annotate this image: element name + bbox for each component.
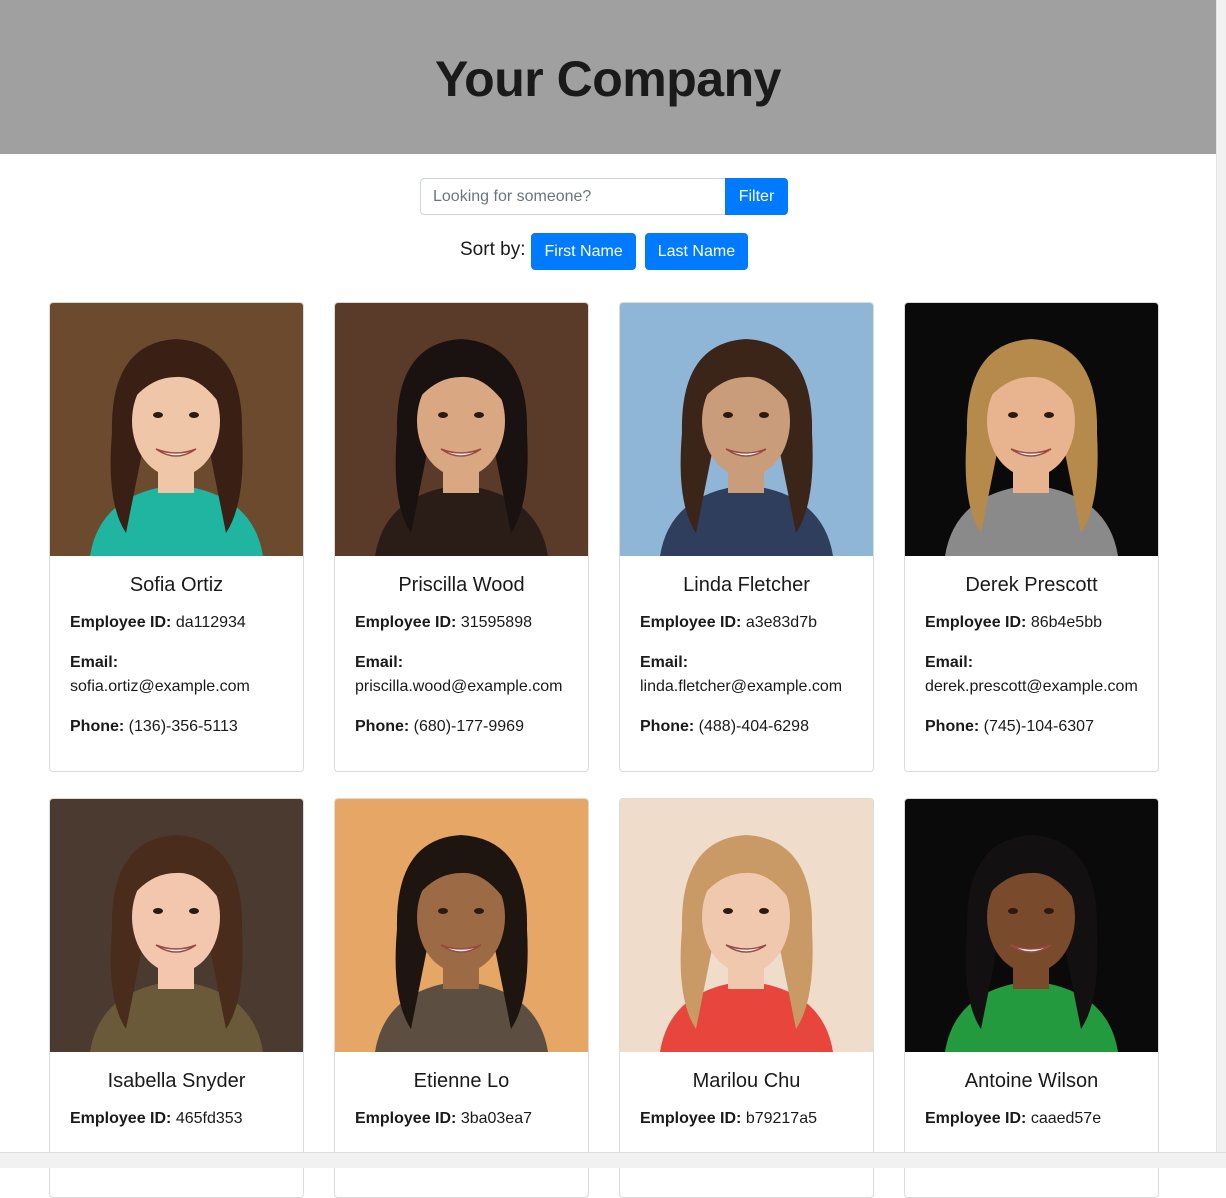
- employee-id-label: Employee ID:: [355, 1110, 457, 1127]
- employee-id-label: Employee ID:: [70, 1110, 172, 1127]
- employee-phone-label: Phone:: [640, 718, 695, 735]
- employee-email-label: Email:: [355, 654, 404, 671]
- employee-card-body: Priscilla Wood Employee ID: 31595898 Email…: [335, 556, 588, 771]
- employee-name: Sofia Ortiz: [129, 574, 224, 596]
- employee-phone: Phone: (680)-177-9969: [355, 715, 568, 739]
- employee-name: Isabella Snyder: [107, 1070, 246, 1092]
- company-title: Your Company: [435, 51, 781, 107]
- employee-phone-label: Phone:: [70, 718, 125, 735]
- employee-card: Sofia Ortiz Employee ID: da112934 Email: so…: [49, 302, 304, 772]
- employee-email-label: Email:: [640, 654, 689, 671]
- employee-email-value: linda.fletcher@example.com: [640, 678, 843, 695]
- employee-name: Priscilla Wood: [398, 574, 525, 596]
- employee-id: Employee ID: b79217a5: [640, 1107, 853, 1131]
- employee-card: Marilou Chu Employee ID: b79217a5: [619, 798, 874, 1198]
- employee-photo: [905, 799, 1158, 1052]
- employee-phone: Phone: (488)-404-6298: [640, 715, 853, 739]
- page-header: Your Company: [0, 0, 1216, 154]
- search-input[interactable]: [420, 178, 725, 215]
- employee-id: Employee ID: 31595898: [355, 611, 568, 635]
- employee-email-value: priscilla.wood@example.com: [355, 678, 563, 695]
- employee-id-label: Employee ID:: [925, 1110, 1027, 1127]
- employee-id: Employee ID: 3ba03ea7: [355, 1107, 568, 1131]
- employee-email: Email: sofia.ortiz@example.com: [70, 651, 283, 699]
- horizontal-scrollbar[interactable]: [0, 1152, 1226, 1168]
- employee-phone-label: Phone:: [355, 718, 410, 735]
- sort-label: Sort by:: [460, 238, 526, 260]
- employee-photo: [620, 303, 873, 556]
- employee-id-value: a3e83d7b: [745, 614, 817, 631]
- employee-id-value: b79217a5: [745, 1110, 817, 1127]
- employee-photo: [335, 303, 588, 556]
- employee-photo: [905, 303, 1158, 556]
- employee-phone-label: Phone:: [925, 718, 980, 735]
- employee-email: Email: priscilla.wood@example.com: [355, 651, 568, 699]
- employee-id-label: Employee ID:: [925, 614, 1027, 631]
- employee-card: Etienne Lo Employee ID: 3ba03ea7: [334, 798, 589, 1198]
- employee-card-body: Derek Prescott Employee ID: 86b4e5bb Email…: [905, 556, 1158, 771]
- employee-id: Employee ID: caaed57e: [925, 1107, 1138, 1131]
- employee-photo: [50, 303, 303, 556]
- filter-button[interactable]: Filter: [725, 178, 788, 215]
- employee-name: Etienne Lo: [413, 1070, 510, 1092]
- employee-email: Email: derek.prescott@example.com: [925, 651, 1138, 699]
- employee-card: Linda Fletcher Employee ID: a3e83d7b Email…: [619, 302, 874, 772]
- employee-card-body: Linda Fletcher Employee ID: a3e83d7b Email…: [620, 556, 873, 771]
- employee-id-label: Employee ID:: [70, 614, 172, 631]
- sort-first-name-button[interactable]: First Name: [531, 233, 636, 270]
- employee-email: Email: linda.fletcher@example.com: [640, 651, 853, 699]
- employee-card: Derek Prescott Employee ID: 86b4e5bb Email…: [904, 302, 1159, 772]
- employee-email-label: Email:: [925, 654, 974, 671]
- employee-card-body: Marilou Chu Employee ID: b79217a5: [620, 1052, 873, 1163]
- employee-name: Derek Prescott: [965, 574, 1098, 596]
- employee-name: Antoine Wilson: [964, 1070, 1099, 1092]
- employee-id: Employee ID: 86b4e5bb: [925, 611, 1138, 635]
- employee-phone: Phone: (136)-356-5113: [70, 715, 283, 739]
- employee-name: Linda Fletcher: [683, 574, 810, 596]
- employee-phone: Phone: (745)-104-6307: [925, 715, 1138, 739]
- employee-id-label: Employee ID:: [355, 614, 457, 631]
- employee-phone-value: (488)-404-6298: [698, 718, 809, 735]
- employee-email-value: sofia.ortiz@example.com: [70, 678, 250, 695]
- employee-id-value: da112934: [175, 614, 246, 631]
- employee-id: Employee ID: da112934: [70, 611, 283, 635]
- sort-last-name-button[interactable]: Last Name: [644, 233, 749, 270]
- employee-name: Marilou Chu: [692, 1070, 801, 1092]
- employee-id-value: 3ba03ea7: [460, 1110, 532, 1127]
- employee-card: Priscilla Wood Employee ID: 31595898 Email…: [334, 302, 589, 772]
- employee-card-body: Isabella Snyder Employee ID: 465fd353: [50, 1052, 303, 1163]
- employee-id-label: Employee ID:: [640, 1110, 742, 1127]
- employee-phone-value: (680)-177-9969: [413, 718, 524, 735]
- employee-email-label: Email:: [70, 654, 119, 671]
- employee-id-value: 31595898: [460, 614, 532, 631]
- employee-id-label: Employee ID:: [640, 614, 742, 631]
- employee-id: Employee ID: 465fd353: [70, 1107, 283, 1131]
- employee-phone-value: (745)-104-6307: [983, 718, 1094, 735]
- employee-photo: [335, 799, 588, 1052]
- employee-card-body: Sofia Ortiz Employee ID: da112934 Email: so…: [50, 556, 303, 771]
- employee-card-body: Antoine Wilson Employee ID: caaed57e: [905, 1052, 1158, 1163]
- employee-email-value: derek.prescott@example.com: [925, 678, 1138, 695]
- employee-card: Isabella Snyder Employee ID: 465fd353: [49, 798, 304, 1198]
- employee-id-value: 465fd353: [175, 1110, 243, 1127]
- vertical-scrollbar[interactable]: [1216, 0, 1226, 1152]
- employee-photo: [50, 799, 303, 1052]
- employee-card-body: Etienne Lo Employee ID: 3ba03ea7: [335, 1052, 588, 1163]
- sort-controls: Sort by: First Name Last Name: [460, 233, 757, 270]
- search-bar: Filter: [420, 178, 788, 215]
- employee-photo: [620, 799, 873, 1052]
- employee-card: Antoine Wilson Employee ID: caaed57e: [904, 798, 1159, 1198]
- employee-id-value: 86b4e5bb: [1030, 614, 1102, 631]
- employee-phone-value: (136)-356-5113: [128, 718, 238, 735]
- employee-id-value: caaed57e: [1030, 1110, 1102, 1127]
- employee-id: Employee ID: a3e83d7b: [640, 611, 853, 635]
